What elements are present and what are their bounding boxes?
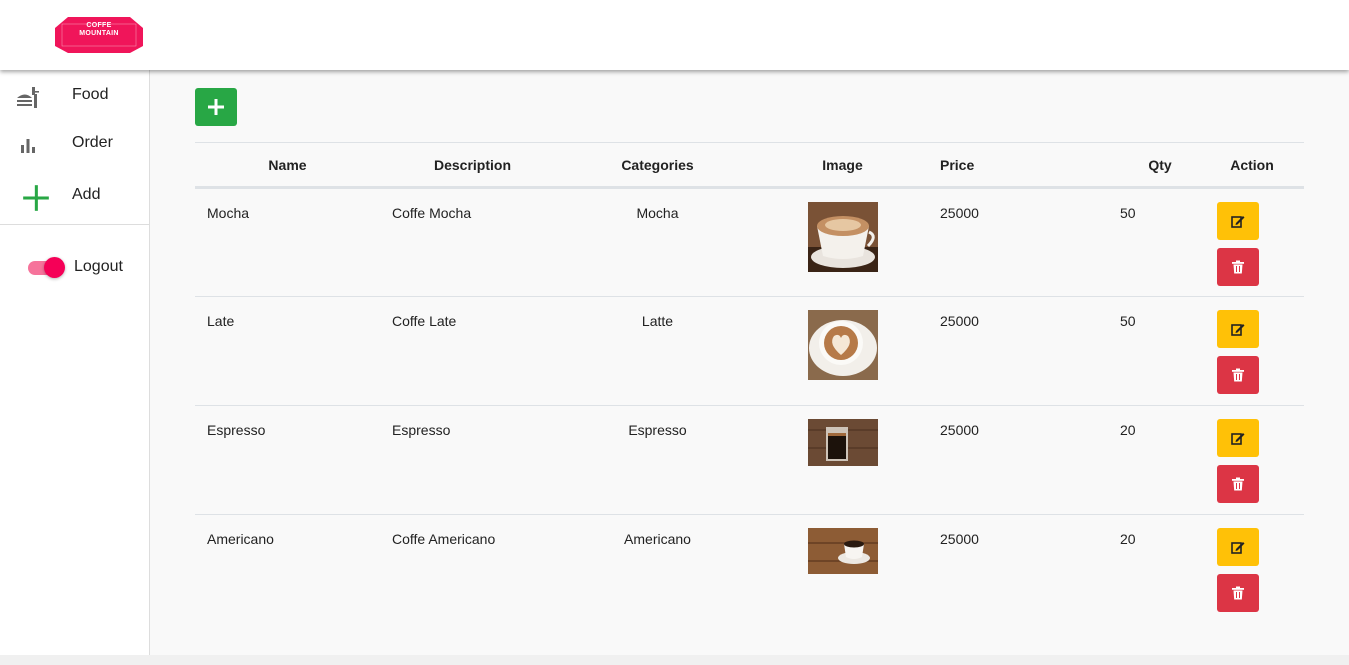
sidebar: Food Order Add Logout — [0, 70, 150, 655]
cell-name: Late — [195, 296, 380, 406]
column-header-name[interactable]: Name — [195, 142, 380, 189]
column-header-qty[interactable]: Qty — [1120, 142, 1200, 189]
cell-price: 25000 — [935, 296, 1120, 406]
plus-icon — [23, 185, 49, 211]
sidebar-item-add[interactable]: Add — [0, 176, 149, 216]
delete-button[interactable] — [1217, 356, 1259, 394]
column-header-categories[interactable]: Categories — [565, 142, 750, 189]
cell-qty: 20 — [1120, 514, 1200, 624]
edit-button[interactable] — [1217, 419, 1259, 457]
cell-image — [750, 514, 935, 624]
main-content: Name Description Categories Image Price … — [150, 70, 1349, 655]
cell-name: Americano — [195, 514, 380, 624]
table-row: Mocha Coffe Mocha Mocha 25000 50 — [195, 188, 1304, 297]
mocha-coffee-photo[interactable] — [807, 202, 878, 272]
delete-button[interactable] — [1217, 574, 1259, 612]
cell-action — [1200, 296, 1304, 406]
cell-action — [1200, 188, 1304, 297]
edit-button[interactable] — [1217, 528, 1259, 566]
trash-icon — [1232, 477, 1244, 491]
sidebar-item-label: Order — [72, 134, 113, 151]
cell-image — [750, 296, 935, 406]
cell-name: Espresso — [195, 405, 380, 515]
edit-icon — [1231, 542, 1245, 554]
trash-icon — [1232, 368, 1244, 382]
cell-description: Coffe Americano — [380, 514, 565, 624]
cell-price: 25000 — [935, 514, 1120, 624]
table-header-row: Name Description Categories Image Price … — [195, 142, 1304, 189]
top-app-bar: COFFE MOUNTAIN — [0, 0, 1349, 70]
trash-icon — [1232, 260, 1244, 274]
cell-category: Mocha — [636, 205, 679, 221]
cell-price: 25000 — [940, 205, 979, 221]
logo-wordmark: COFFE MOUNTAIN — [54, 22, 144, 38]
add-item-button[interactable] — [195, 88, 237, 126]
food-icon — [17, 87, 39, 108]
table-row: Espresso Espresso Espresso 25000 20 — [195, 405, 1304, 515]
logout-label: Logout — [74, 258, 123, 275]
cell-description: Coffe Late — [380, 296, 565, 406]
cell-category: Espresso — [565, 405, 750, 515]
delete-button[interactable] — [1217, 465, 1259, 503]
column-header-action: Action — [1200, 142, 1304, 189]
page-bottom-edge — [0, 655, 1349, 665]
edit-icon — [1231, 324, 1245, 336]
column-header-description[interactable]: Description — [380, 142, 565, 189]
cell-category: Americano — [565, 514, 750, 624]
cell-price: 25000 — [935, 405, 1120, 515]
edit-icon — [1231, 433, 1245, 445]
table-row: Late Coffe Late Latte 25000 50 — [195, 296, 1304, 406]
column-header-price[interactable]: Price — [935, 142, 1120, 189]
bar-chart-icon — [21, 139, 35, 153]
espresso-glass-photo[interactable] — [807, 419, 878, 466]
sidebar-item-label: Food — [72, 86, 109, 103]
cell-qty: 50 — [1120, 296, 1200, 406]
cell-category: Latte — [565, 296, 750, 406]
logo-line-2: MOUNTAIN — [79, 30, 119, 37]
cell-action — [1200, 405, 1304, 515]
sidebar-item-food[interactable]: Food — [0, 76, 149, 116]
cell-name: Mocha — [207, 205, 250, 221]
latte-art-photo[interactable] — [807, 310, 878, 380]
delete-button[interactable] — [1217, 248, 1259, 286]
logo-line-1: COFFE — [86, 22, 112, 29]
sidebar-item-order[interactable]: Order — [0, 124, 149, 164]
cell-image — [750, 188, 935, 297]
cell-qty: 50 — [1120, 205, 1136, 221]
americano-cup-photo[interactable] — [807, 528, 878, 574]
toggle-thumb — [44, 257, 65, 278]
edit-button[interactable] — [1217, 310, 1259, 348]
cell-qty: 20 — [1120, 405, 1200, 515]
product-table: Name Description Categories Image Price … — [195, 142, 1304, 624]
cell-image — [750, 405, 935, 515]
edit-button[interactable] — [1217, 202, 1259, 240]
cell-description: Coffe Mocha — [392, 205, 472, 221]
cell-description: Espresso — [380, 405, 565, 515]
trash-icon — [1232, 586, 1244, 600]
sidebar-item-label: Add — [72, 186, 101, 203]
edit-icon — [1231, 216, 1245, 228]
plus-icon — [208, 99, 224, 115]
cell-action — [1200, 514, 1304, 624]
table-row: Americano Coffe Americano Americano 2500… — [195, 514, 1304, 624]
column-header-image[interactable]: Image — [750, 142, 935, 189]
logout-toggle[interactable]: Logout — [26, 255, 136, 281]
sidebar-divider — [0, 224, 149, 225]
